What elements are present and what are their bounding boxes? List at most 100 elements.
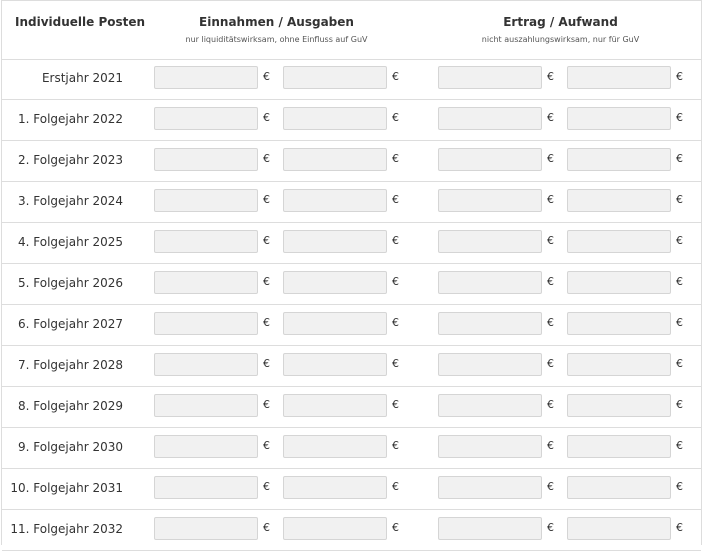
table-row: 7. Folgejahr 2028 € € € € xyxy=(2,346,701,387)
currency-symbol: € xyxy=(676,111,683,124)
einnahmen-input[interactable] xyxy=(154,476,258,499)
currency-symbol: € xyxy=(676,398,683,411)
ausgaben-input[interactable] xyxy=(283,66,387,89)
currency-symbol: € xyxy=(547,70,554,83)
currency-symbol: € xyxy=(676,193,683,206)
currency-symbol: € xyxy=(547,521,554,534)
table-row: 4. Folgejahr 2025 € € € € xyxy=(2,223,701,264)
table-row: 3. Folgejahr 2024 € € € € xyxy=(2,182,701,223)
currency-symbol: € xyxy=(392,152,399,165)
ausgaben-input[interactable] xyxy=(283,394,387,417)
col1-subtitle: nur liquiditätswirksam, ohne Einfluss au… xyxy=(185,35,368,44)
currency-symbol: € xyxy=(547,357,554,370)
ausgaben-input[interactable] xyxy=(283,148,387,171)
ertrag-input[interactable] xyxy=(438,271,542,294)
ausgaben-input[interactable] xyxy=(283,271,387,294)
currency-symbol: € xyxy=(263,480,270,493)
ertrag-input[interactable] xyxy=(438,66,542,89)
aufwand-input[interactable] xyxy=(567,517,671,540)
currency-symbol: € xyxy=(547,275,554,288)
einnahmen-input[interactable] xyxy=(154,517,258,540)
ausgaben-input[interactable] xyxy=(283,107,387,130)
aufwand-input[interactable] xyxy=(567,66,671,89)
einnahmen-input[interactable] xyxy=(154,353,258,376)
currency-symbol: € xyxy=(547,234,554,247)
ertrag-input[interactable] xyxy=(438,435,542,458)
currency-symbol: € xyxy=(263,70,270,83)
aufwand-input[interactable] xyxy=(567,230,671,253)
einnahmen-input[interactable] xyxy=(154,107,258,130)
ausgaben-input[interactable] xyxy=(283,189,387,212)
currency-symbol: € xyxy=(547,193,554,206)
currency-symbol: € xyxy=(263,439,270,452)
currency-symbol: € xyxy=(676,275,683,288)
currency-symbol: € xyxy=(676,480,683,493)
ausgaben-input[interactable] xyxy=(283,312,387,335)
currency-symbol: € xyxy=(392,193,399,206)
table-row: 10. Folgejahr 2031 € € € € xyxy=(2,469,701,510)
currency-symbol: € xyxy=(392,398,399,411)
aufwand-input[interactable] xyxy=(567,394,671,417)
table-row: Erstjahr 2021 € € € € xyxy=(2,59,701,100)
row-label: 10. Folgejahr 2031 xyxy=(10,481,123,495)
currency-symbol: € xyxy=(547,439,554,452)
aufwand-input[interactable] xyxy=(567,148,671,171)
ertrag-input[interactable] xyxy=(438,189,542,212)
einnahmen-input[interactable] xyxy=(154,271,258,294)
currency-symbol: € xyxy=(263,111,270,124)
currency-symbol: € xyxy=(392,234,399,247)
currency-symbol: € xyxy=(392,480,399,493)
currency-symbol: € xyxy=(676,316,683,329)
einnahmen-input[interactable] xyxy=(154,230,258,253)
aufwand-input[interactable] xyxy=(567,107,671,130)
row-label: 1. Folgejahr 2022 xyxy=(18,112,123,126)
ausgaben-input[interactable] xyxy=(283,476,387,499)
currency-symbol: € xyxy=(547,398,554,411)
einnahmen-input[interactable] xyxy=(154,394,258,417)
aufwand-input[interactable] xyxy=(567,312,671,335)
currency-symbol: € xyxy=(263,193,270,206)
einnahmen-input[interactable] xyxy=(154,66,258,89)
posten-table: Individuelle Posten Einnahmen / Ausgaben… xyxy=(1,0,702,551)
table-header: Individuelle Posten Einnahmen / Ausgaben… xyxy=(2,1,701,60)
row-label: 6. Folgejahr 2027 xyxy=(18,317,123,331)
currency-symbol: € xyxy=(547,480,554,493)
ausgaben-input[interactable] xyxy=(283,435,387,458)
currency-symbol: € xyxy=(392,70,399,83)
einnahmen-input[interactable] xyxy=(154,435,258,458)
ertrag-input[interactable] xyxy=(438,394,542,417)
header-label: Individuelle Posten xyxy=(15,15,146,29)
einnahmen-input[interactable] xyxy=(154,312,258,335)
currency-symbol: € xyxy=(263,275,270,288)
currency-symbol: € xyxy=(392,111,399,124)
aufwand-input[interactable] xyxy=(567,353,671,376)
ertrag-input[interactable] xyxy=(438,353,542,376)
col2-title: Ertrag / Aufwand xyxy=(503,15,618,29)
ausgaben-input[interactable] xyxy=(283,517,387,540)
row-label: 2. Folgejahr 2023 xyxy=(18,153,123,167)
aufwand-input[interactable] xyxy=(567,271,671,294)
currency-symbol: € xyxy=(263,234,270,247)
currency-symbol: € xyxy=(676,439,683,452)
ertrag-input[interactable] xyxy=(438,148,542,171)
ausgaben-input[interactable] xyxy=(283,230,387,253)
aufwand-input[interactable] xyxy=(567,476,671,499)
ertrag-input[interactable] xyxy=(438,312,542,335)
ertrag-input[interactable] xyxy=(438,517,542,540)
currency-symbol: € xyxy=(392,439,399,452)
currency-symbol: € xyxy=(676,152,683,165)
ertrag-input[interactable] xyxy=(438,476,542,499)
ertrag-input[interactable] xyxy=(438,230,542,253)
row-label: 5. Folgejahr 2026 xyxy=(18,276,123,290)
aufwand-input[interactable] xyxy=(567,189,671,212)
table-row: 6. Folgejahr 2027 € € € € xyxy=(2,305,701,346)
einnahmen-input[interactable] xyxy=(154,189,258,212)
ertrag-input[interactable] xyxy=(438,107,542,130)
currency-symbol: € xyxy=(392,316,399,329)
einnahmen-input[interactable] xyxy=(154,148,258,171)
table-row: 9. Folgejahr 2030 € € € € xyxy=(2,428,701,469)
ausgaben-input[interactable] xyxy=(283,353,387,376)
currency-symbol: € xyxy=(547,316,554,329)
currency-symbol: € xyxy=(263,398,270,411)
aufwand-input[interactable] xyxy=(567,435,671,458)
